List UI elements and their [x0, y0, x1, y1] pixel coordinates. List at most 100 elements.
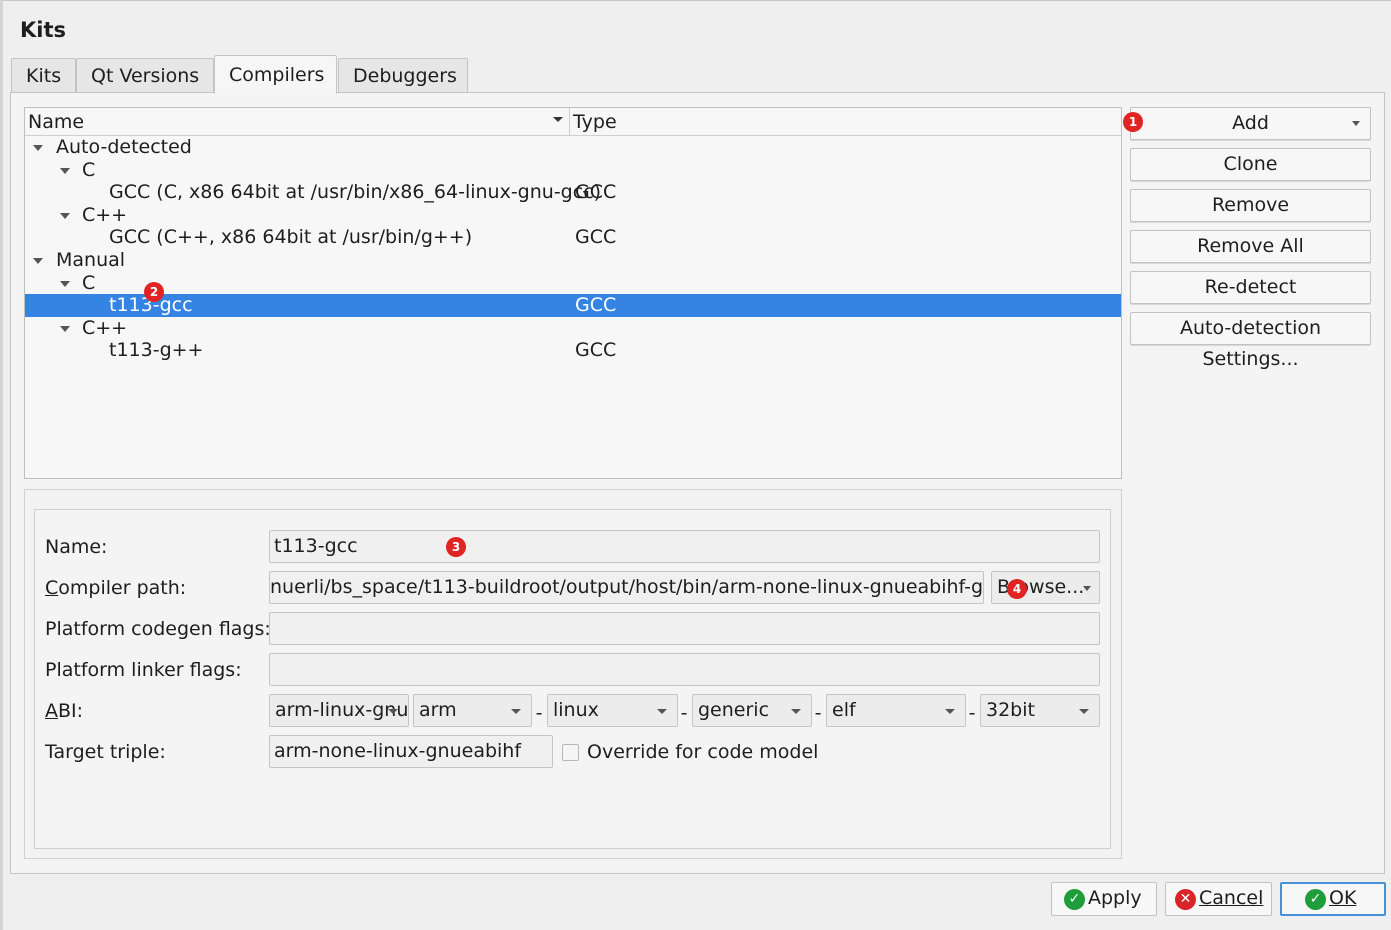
- annotation-badge-1: 1: [1123, 112, 1143, 132]
- tree-row-manual-c[interactable]: C: [25, 272, 1121, 295]
- chevron-down-icon: [1079, 709, 1089, 714]
- target-triple-label: Target triple:: [45, 741, 166, 763]
- codegen-flags-label: Platform codegen flags:: [45, 618, 271, 640]
- abi-format-value: elf: [832, 699, 856, 721]
- chevron-down-icon: [388, 709, 398, 714]
- caret-down-icon[interactable]: [33, 145, 43, 151]
- tree-row-label: C++: [82, 204, 128, 226]
- tree-row-type: GCC: [575, 294, 617, 316]
- tree-row-label: C: [82, 159, 96, 181]
- abi-arch-select[interactable]: arm: [413, 694, 532, 727]
- tree-row-label: t113-g++: [109, 339, 204, 361]
- abi-separator: -: [680, 702, 688, 724]
- abi-flavor-value: generic: [698, 699, 770, 721]
- tree-row-auto-c[interactable]: C: [25, 159, 1121, 182]
- abi-format-select[interactable]: elf: [826, 694, 966, 727]
- column-separator[interactable]: [569, 108, 570, 136]
- compiler-tree[interactable]: Name Type Auto-detected C GCC (C, x86 64…: [24, 107, 1122, 479]
- ok-button-label: OK: [1329, 887, 1357, 909]
- tree-row-label: Auto-detected: [56, 136, 192, 158]
- tree-row-label: C: [82, 272, 96, 294]
- caret-down-icon[interactable]: [60, 168, 70, 174]
- remove-all-button[interactable]: Remove All: [1130, 230, 1371, 263]
- abi-separator: -: [535, 702, 543, 724]
- add-button[interactable]: Add: [1130, 107, 1371, 140]
- tree-row-type: GCC: [575, 181, 617, 203]
- tree-row-auto-cpp[interactable]: C++: [25, 204, 1121, 227]
- apply-button-label: Apply: [1088, 887, 1142, 909]
- abi-flavor-select[interactable]: generic: [692, 694, 812, 727]
- name-field[interactable]: t113-gcc: [269, 530, 1100, 563]
- cancel-button[interactable]: ✕ Cancel: [1165, 882, 1272, 916]
- chevron-down-icon: [1083, 586, 1091, 591]
- override-code-model-checkbox[interactable]: [562, 744, 579, 761]
- window-top-border: [0, 0, 1391, 1]
- apply-button[interactable]: ✓ Apply: [1051, 882, 1157, 916]
- tree-row-manual-cpp[interactable]: C++: [25, 317, 1121, 340]
- tab-compilers[interactable]: Compilers: [214, 55, 337, 94]
- abi-label: ABI:: [45, 700, 84, 722]
- chevron-down-icon: [511, 709, 521, 714]
- check-circle-icon: ✓: [1305, 889, 1326, 910]
- linker-flags-field[interactable]: [269, 653, 1100, 686]
- tree-row-type: GCC: [575, 339, 617, 361]
- column-header-type[interactable]: Type: [573, 111, 617, 133]
- tab-debuggers[interactable]: Debuggers: [338, 58, 468, 93]
- caret-down-icon[interactable]: [60, 213, 70, 219]
- chevron-down-icon: [657, 709, 667, 714]
- clone-button[interactable]: Clone: [1130, 148, 1371, 181]
- abi-os-value: linux: [553, 699, 599, 721]
- annotation-badge-3: 3: [446, 537, 466, 557]
- abi-wordwidth-select[interactable]: 32bit: [980, 694, 1100, 727]
- column-header-name[interactable]: Name: [28, 111, 84, 133]
- name-label: Name:: [45, 536, 108, 558]
- cancel-button-label: Cancel: [1199, 887, 1264, 909]
- auto-detection-settings-button[interactable]: Auto-detection Settings...: [1130, 312, 1371, 370]
- abi-label-rest: BI:: [58, 700, 84, 722]
- annotation-badge-2: 2: [144, 282, 164, 302]
- abi-architecture-select[interactable]: arm-linux-gnueabihf: [269, 694, 409, 727]
- sort-indicator-icon: [553, 117, 563, 122]
- ok-button[interactable]: ✓ OK: [1280, 882, 1386, 916]
- tree-row-label: Manual: [56, 249, 126, 271]
- re-detect-button[interactable]: Re-detect: [1130, 271, 1371, 304]
- tree-row-manual[interactable]: Manual: [25, 249, 1121, 272]
- codegen-flags-field[interactable]: [269, 612, 1100, 645]
- tree-row-t113-gcc[interactable]: t113-gcc GCC: [25, 294, 1121, 317]
- add-button-label: Add: [1232, 112, 1269, 134]
- abi-os-select[interactable]: linux: [547, 694, 678, 727]
- window-left-border: [0, 0, 3, 930]
- tree-row-label: C++: [82, 317, 128, 339]
- annotation-badge-4: 4: [1007, 579, 1027, 599]
- abi-separator: -: [814, 702, 822, 724]
- caret-down-icon[interactable]: [60, 326, 70, 332]
- compiler-path-label: Compiler path:: [45, 577, 187, 599]
- abi-separator: -: [968, 702, 976, 724]
- linker-flags-label: Platform linker flags:: [45, 659, 242, 681]
- target-triple-field[interactable]: arm-none-linux-gnueabihf: [269, 735, 553, 768]
- tree-header: Name Type: [25, 108, 1121, 136]
- page-title: Kits: [20, 18, 67, 42]
- check-circle-icon: ✓: [1064, 889, 1085, 910]
- abi-wordwidth-value: 32bit: [986, 699, 1035, 721]
- tree-row-gcc-cpp[interactable]: GCC (C++, x86 64bit at /usr/bin/g++) GCC: [25, 226, 1121, 249]
- chevron-down-icon: [945, 709, 955, 714]
- x-circle-icon: ✕: [1175, 889, 1196, 910]
- tree-row-label: GCC (C, x86 64bit at /usr/bin/x86_64-lin…: [109, 181, 602, 203]
- chevron-down-icon: [791, 709, 801, 714]
- tab-qt-versions[interactable]: Qt Versions: [76, 58, 214, 93]
- tree-row-type: GCC: [575, 226, 617, 248]
- abi-arch-value: arm: [419, 699, 457, 721]
- tree-row-auto-detected[interactable]: Auto-detected: [25, 136, 1121, 159]
- caret-down-icon[interactable]: [60, 281, 70, 287]
- chevron-down-icon: [1352, 121, 1360, 126]
- remove-button[interactable]: Remove: [1130, 189, 1371, 222]
- caret-down-icon[interactable]: [33, 258, 43, 264]
- tree-row-label: GCC (C++, x86 64bit at /usr/bin/g++): [109, 226, 473, 248]
- override-code-model-label: Override for code model: [587, 741, 819, 763]
- compiler-path-label-rest: ompiler path:: [58, 577, 187, 599]
- tree-row-gcc-c[interactable]: GCC (C, x86 64bit at /usr/bin/x86_64-lin…: [25, 181, 1121, 204]
- tab-kits[interactable]: Kits: [11, 58, 76, 93]
- tree-row-t113-gpp[interactable]: t113-g++ GCC: [25, 339, 1121, 362]
- compiler-path-field[interactable]: nuerli/bs_space/t113-buildroot/output/ho…: [269, 571, 984, 604]
